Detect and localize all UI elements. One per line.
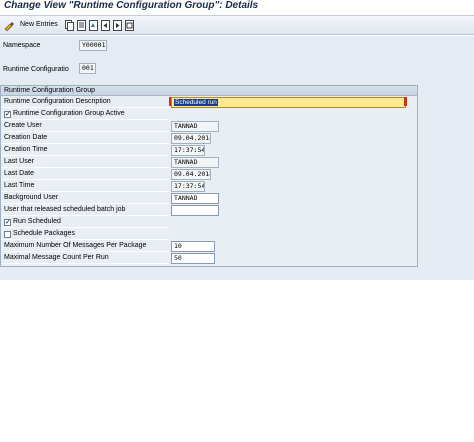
schedule-packages-checkbox[interactable] bbox=[4, 231, 11, 238]
new-entries-button[interactable]: New Entries bbox=[20, 21, 58, 28]
window-title: Change View "Runtime Configuration Group… bbox=[4, 0, 259, 11]
row-last-date: Last Date bbox=[1, 169, 169, 180]
application-toolbar: New Entries bbox=[0, 15, 474, 35]
row-background-user: Background User bbox=[1, 193, 169, 204]
create-user-label: Create User bbox=[4, 122, 42, 129]
last-time-field[interactable]: 17:37:54 bbox=[171, 181, 205, 192]
runtime-configuration-label: Runtime Configuratio bbox=[3, 66, 69, 73]
runtime-configuration-field[interactable]: 001 bbox=[79, 63, 96, 74]
row-description: Runtime Configuration Description bbox=[1, 97, 169, 108]
run-scheduled-checkbox[interactable]: ✓ bbox=[4, 219, 11, 226]
row-create-user: Create User bbox=[1, 121, 169, 132]
previous-entry-icon[interactable] bbox=[101, 20, 110, 31]
delete-icon[interactable] bbox=[77, 20, 86, 31]
row-max-message-count-per-run: Maximal Message Count Per Run bbox=[1, 253, 169, 264]
active-label: Runtime Configuration Group Active bbox=[13, 110, 125, 117]
row-released-user: User that released scheduled batch job bbox=[1, 205, 169, 216]
last-date-field[interactable]: 09.04.2014 bbox=[171, 169, 211, 180]
last-user-field[interactable]: TANNAD bbox=[171, 157, 219, 168]
row-active: ✓ Runtime Configuration Group Active bbox=[1, 109, 169, 120]
creation-date-field[interactable]: 09.04.2014 bbox=[171, 133, 211, 144]
released-user-field[interactable] bbox=[171, 205, 219, 216]
required-indicator-end bbox=[404, 97, 407, 106]
max-messages-per-package-label: Maximum Number Of Messages Per Package bbox=[4, 242, 147, 249]
last-date-label: Last Date bbox=[4, 170, 34, 177]
group-header: Runtime Configuration Group bbox=[1, 86, 417, 96]
max-message-count-per-run-field[interactable]: 50 bbox=[171, 253, 215, 264]
active-checkbox[interactable]: ✓ bbox=[4, 111, 11, 118]
background-user-label: Background User bbox=[4, 194, 59, 201]
row-run-scheduled: ✓ Run Scheduled bbox=[1, 217, 169, 228]
row-creation-date: Creation Date bbox=[1, 133, 169, 144]
description-value: Scheduled run bbox=[174, 99, 218, 106]
row-max-messages-per-package: Maximum Number Of Messages Per Package bbox=[1, 241, 169, 252]
last-user-label: Last User bbox=[4, 158, 34, 165]
description-label: Runtime Configuration Description bbox=[4, 98, 111, 105]
row-last-time: Last Time bbox=[1, 181, 169, 192]
group-title: Runtime Configuration Group bbox=[4, 87, 96, 94]
creation-date-label: Creation Date bbox=[4, 134, 48, 141]
released-user-label: User that released scheduled batch job bbox=[4, 206, 126, 213]
create-user-field[interactable]: TANNAD bbox=[171, 121, 219, 132]
copy-as-icon[interactable] bbox=[65, 20, 74, 31]
namespace-field[interactable]: Y00001 bbox=[79, 40, 107, 51]
schedule-packages-label: Schedule Packages bbox=[13, 230, 75, 237]
max-message-count-per-run-label: Maximal Message Count Per Run bbox=[4, 254, 109, 261]
next-entry-icon[interactable] bbox=[113, 20, 122, 31]
namespace-label: Namespace bbox=[3, 42, 41, 49]
creation-time-field[interactable]: 17:37:54 bbox=[171, 145, 205, 156]
title-bar: Change View "Runtime Configuration Group… bbox=[0, 0, 474, 14]
run-scheduled-label: Run Scheduled bbox=[13, 218, 61, 225]
undo-change-icon[interactable] bbox=[89, 20, 98, 31]
creation-time-label: Creation Time bbox=[4, 146, 48, 153]
last-time-label: Last Time bbox=[4, 182, 35, 189]
row-schedule-packages: Schedule Packages bbox=[1, 229, 169, 240]
detail-screen: Namespace Y00001 Runtime Configuratio 00… bbox=[0, 36, 474, 280]
row-last-user: Last User bbox=[1, 157, 169, 168]
display-change-icon[interactable] bbox=[4, 20, 15, 31]
runtime-configuration-group: Runtime Configuration Group Runtime Conf… bbox=[0, 85, 418, 267]
select-all-icon[interactable] bbox=[125, 20, 134, 31]
background-user-field[interactable]: TANNAD bbox=[171, 193, 219, 204]
row-creation-time: Creation Time bbox=[1, 145, 169, 156]
max-messages-per-package-field[interactable]: 10 bbox=[171, 241, 215, 252]
description-field[interactable]: Scheduled run bbox=[171, 97, 406, 108]
